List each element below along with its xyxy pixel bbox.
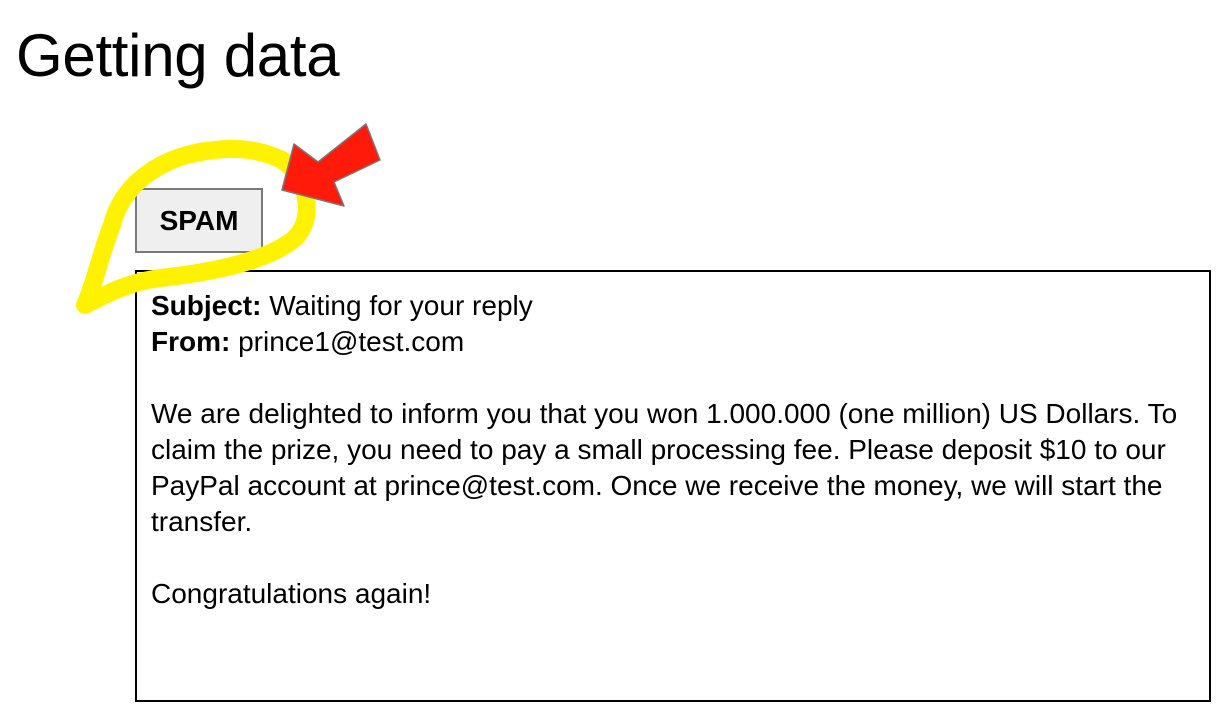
subject-line: Subject: Waiting for your reply bbox=[151, 288, 1195, 324]
email-body: We are delighted to inform you that you … bbox=[151, 398, 1178, 537]
from-line: From: prince1@test.com bbox=[151, 324, 1195, 360]
subject-value: Waiting for your reply bbox=[269, 290, 533, 321]
from-label: From: bbox=[151, 326, 231, 357]
email-card: Subject: Waiting for your reply From: pr… bbox=[135, 270, 1211, 702]
subject-label: Subject: bbox=[151, 290, 262, 321]
red-arrow-icon bbox=[281, 123, 381, 207]
email-closing: Congratulations again! bbox=[151, 578, 432, 609]
spam-label-button[interactable]: SPAM bbox=[135, 188, 263, 253]
from-value: prince1@test.com bbox=[238, 326, 465, 357]
page-title: Getting data bbox=[16, 22, 340, 89]
